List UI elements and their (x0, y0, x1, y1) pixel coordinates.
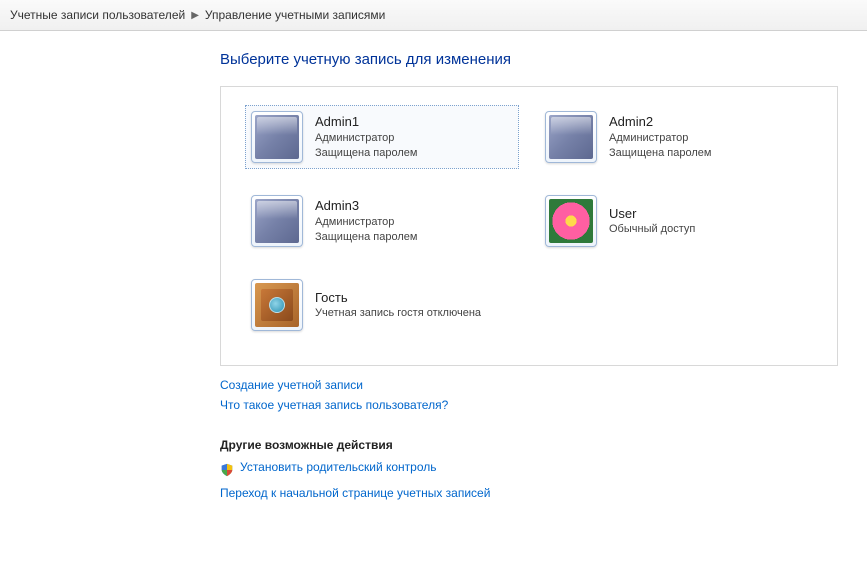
page-title: Выберите учетную запись для изменения (220, 51, 857, 68)
avatar (251, 111, 303, 163)
account-tile[interactable]: Admin2АдминистраторЗащищена паролем (539, 105, 813, 169)
account-text: UserОбычный доступ (609, 205, 695, 237)
account-name: Admin3 (315, 197, 417, 215)
avatar-image-icon (549, 115, 593, 159)
account-name: User (609, 205, 695, 223)
account-name: Admin2 (609, 113, 711, 131)
create-account-link[interactable]: Создание учетной записи (220, 378, 363, 392)
avatar-image-icon (255, 283, 299, 327)
shield-icon (220, 463, 234, 477)
account-status: Защищена паролем (315, 230, 417, 245)
chevron-right-icon: ▶ (191, 10, 199, 21)
breadcrumb: Учетные записи пользователей ▶ Управлени… (0, 0, 867, 31)
account-tile[interactable]: ГостьУчетная запись гостя отключена (245, 273, 813, 337)
breadcrumb-current[interactable]: Управление учетными записями (205, 8, 385, 22)
avatar (545, 111, 597, 163)
main-content: Выберите учетную запись для изменения Ad… (0, 31, 867, 526)
account-tile[interactable]: Admin3АдминистраторЗащищена паролем (245, 189, 519, 253)
account-role: Учетная запись гостя отключена (315, 306, 481, 321)
avatar-image-icon (255, 199, 299, 243)
account-role: Администратор (609, 131, 711, 146)
accounts-container: Admin1АдминистраторЗащищена паролемAdmin… (220, 86, 838, 366)
what-is-account-link[interactable]: Что такое учетная запись пользователя? (220, 398, 448, 412)
account-text: ГостьУчетная запись гостя отключена (315, 289, 481, 321)
account-text: Admin3АдминистраторЗащищена паролем (315, 197, 417, 244)
account-role: Обычный доступ (609, 222, 695, 237)
account-role: Администратор (315, 131, 417, 146)
breadcrumb-root[interactable]: Учетные записи пользователей (10, 8, 185, 22)
account-role: Администратор (315, 215, 417, 230)
avatar (251, 195, 303, 247)
parental-control-link[interactable]: Установить родительский контроль (220, 460, 857, 480)
account-status: Защищена паролем (609, 146, 711, 161)
account-name: Гость (315, 289, 481, 307)
account-name: Admin1 (315, 113, 417, 131)
account-status: Защищена паролем (315, 146, 417, 161)
quick-links: Создание учетной записи Что такое учетна… (220, 378, 857, 418)
account-text: Admin2АдминистраторЗащищена паролем (609, 113, 711, 160)
avatar-image-icon (549, 199, 593, 243)
account-tile[interactable]: UserОбычный доступ (539, 189, 813, 253)
account-tile[interactable]: Admin1АдминистраторЗащищена паролем (245, 105, 519, 169)
parental-control-label: Установить родительский контроль (240, 460, 437, 474)
account-text: Admin1АдминистраторЗащищена паролем (315, 113, 417, 160)
avatar (251, 279, 303, 331)
avatar (545, 195, 597, 247)
other-actions-title: Другие возможные действия (220, 438, 857, 452)
goto-home-link[interactable]: Переход к начальной странице учетных зап… (220, 486, 490, 500)
avatar-image-icon (255, 115, 299, 159)
